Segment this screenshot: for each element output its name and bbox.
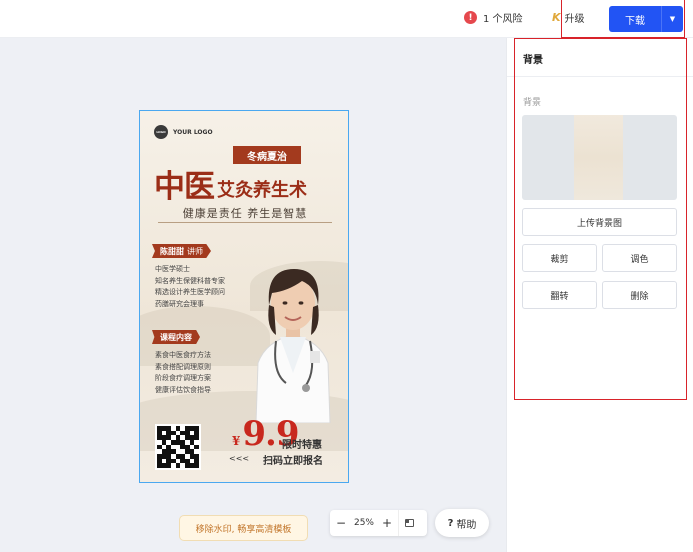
poster-title: 中医 艾灸养生术 bbox=[154, 161, 340, 203]
scan-label: 扫码立即报名 bbox=[263, 456, 323, 467]
fit-screen-icon[interactable] bbox=[398, 510, 420, 536]
upgrade-button[interactable]: K 升级 bbox=[552, 10, 585, 25]
list-item: 阶段食疗调理方案 bbox=[155, 374, 211, 382]
teacher-name: 陈甜甜 bbox=[160, 246, 184, 256]
crop-button[interactable]: 裁剪 bbox=[522, 244, 597, 272]
list-item: 知名养生保健科普专家 bbox=[155, 276, 225, 285]
upload-background-button[interactable]: 上传背景图 bbox=[522, 208, 677, 236]
properties-panel: 背景 背景 上传背景图 裁剪 调色 翻转 删除 bbox=[506, 38, 693, 552]
delete-button[interactable]: 删除 bbox=[602, 281, 677, 309]
logo-mark-icon: LOGO bbox=[154, 125, 168, 139]
poster-title-sub: 艾灸养生术 bbox=[217, 180, 307, 201]
panel-title: 背景 bbox=[523, 55, 543, 66]
poster-title-main: 中医 bbox=[154, 169, 215, 205]
warning-circle-icon: ! bbox=[464, 11, 477, 24]
list-item: 素食中医食疗方法 bbox=[155, 351, 211, 359]
poster-logo: LOGO YOUR LOGO bbox=[154, 125, 213, 139]
teacher-role: 讲师 bbox=[187, 246, 203, 256]
list-item: 中医学硕士 bbox=[155, 265, 190, 273]
teacher-tag: 陈甜甜 讲师 bbox=[152, 244, 211, 258]
list-item: 素食搭配调理原则 bbox=[155, 362, 211, 371]
download-button[interactable]: 下载 bbox=[609, 6, 661, 32]
section-label: 背景 bbox=[523, 98, 542, 108]
zoom-in-button[interactable]: + bbox=[376, 510, 398, 536]
zoom-control: − 25% + bbox=[330, 510, 427, 536]
list-item: 药膳研究会理事 bbox=[155, 299, 204, 308]
teacher-credentials: 中医学硕士 知名养生保健科普专家 精选设计养生医学顾问 药膳研究会理事 bbox=[155, 264, 225, 310]
arrows-decoration: <<< bbox=[229, 454, 250, 463]
divider bbox=[507, 76, 693, 77]
zoom-level[interactable]: 25% bbox=[352, 518, 376, 528]
help-label: 帮助 bbox=[456, 519, 477, 531]
doctor-portrait bbox=[255, 269, 331, 423]
qr-pattern bbox=[157, 426, 199, 468]
background-preview[interactable] bbox=[522, 115, 677, 200]
download-dropdown-icon[interactable]: ▼ bbox=[661, 6, 683, 32]
logo-text: YOUR LOGO bbox=[173, 128, 213, 136]
risk-indicator[interactable]: ! 1 个风险 bbox=[464, 10, 523, 25]
price-note: 限时特惠 bbox=[282, 440, 322, 451]
adjust-color-button[interactable]: 调色 bbox=[602, 244, 677, 272]
background-thumbnail bbox=[574, 115, 623, 200]
zoom-out-button[interactable]: − bbox=[330, 510, 352, 536]
course-tag: 课程内容 bbox=[152, 330, 200, 344]
upgrade-k-icon: K bbox=[552, 11, 561, 24]
flip-button[interactable]: 翻转 bbox=[522, 281, 597, 309]
top-toolbar: ! 1 个风险 K 升级 下载 ▼ bbox=[0, 0, 693, 38]
poster-slogan: 健康是责任 养生是智慧 bbox=[182, 207, 308, 220]
course-label: 课程内容 bbox=[160, 332, 192, 342]
price-symbol: ¥ bbox=[232, 434, 241, 448]
poster-artboard[interactable]: LOGO YOUR LOGO 冬病夏治 中医 艾灸养生术 健康是责任 养生是智慧… bbox=[139, 110, 349, 483]
qr-code bbox=[155, 424, 201, 470]
list-item: 精选设计养生医学顾问 bbox=[155, 288, 225, 296]
course-contents: 素食中医食疗方法 素食搭配调理原则 阶段食疗调理方案 健康评估饮食指导 bbox=[155, 350, 211, 396]
help-button[interactable]: ? 帮助 bbox=[435, 509, 489, 537]
remove-watermark-button[interactable]: 移除水印, 畅享高清模板 bbox=[179, 515, 308, 541]
list-item: 健康评估饮食指导 bbox=[155, 385, 211, 394]
upgrade-label: 升级 bbox=[564, 14, 585, 25]
risk-label: 1 个风险 bbox=[483, 14, 523, 25]
question-icon: ? bbox=[447, 517, 454, 529]
divider bbox=[158, 222, 332, 223]
